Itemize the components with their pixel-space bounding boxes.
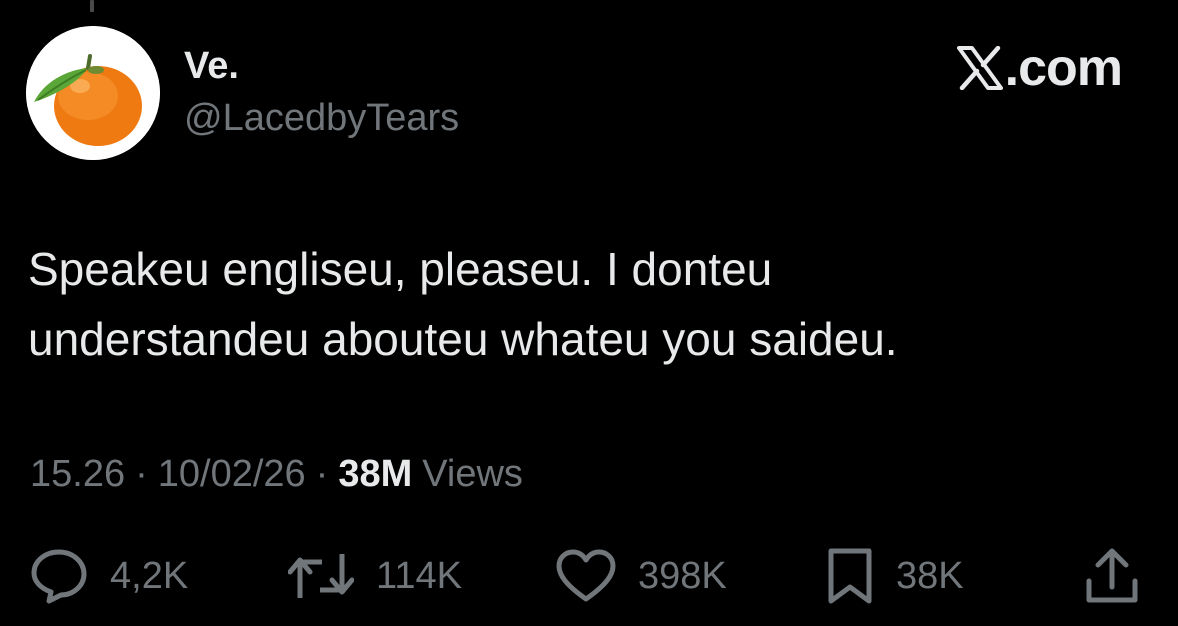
tweet-date[interactable]: 10/02/26 <box>158 448 306 500</box>
avatar[interactable] <box>26 26 160 160</box>
tweet-card: Ve. @LacedbyTears .com Speakeu engliseu,… <box>0 0 1178 626</box>
brand-watermark: .com <box>956 38 1123 98</box>
tweet-text-line: understandeu abouteu whateu you saideu. <box>28 313 898 365</box>
heart-icon <box>556 549 616 603</box>
repost-count: 114K <box>376 554 462 597</box>
top-divider-mark <box>90 0 94 12</box>
brand-domain: .com <box>1004 39 1123 97</box>
tweet-text: Speakeu engliseu, pleaseu. I donteu unde… <box>28 234 1148 374</box>
meta-separator: · <box>315 453 329 495</box>
share-icon <box>1084 547 1140 605</box>
tangerine-avatar-icon <box>26 26 160 160</box>
bookmark-button[interactable]: 38K <box>826 546 964 606</box>
repost-button[interactable]: 114K <box>288 546 462 606</box>
views-label: Views <box>422 453 523 495</box>
views-count: 38M <box>338 453 413 495</box>
share-button[interactable] <box>1084 546 1140 606</box>
tweet-time[interactable]: 15.26 <box>30 448 125 500</box>
display-name[interactable]: Ve. <box>184 44 239 88</box>
repost-icon <box>288 548 354 604</box>
action-bar: 4,2K 114K 398K 38K <box>0 546 1178 606</box>
meta-separator: · <box>135 453 148 495</box>
tweet-text-line: Speakeu engliseu, pleaseu. I donteu <box>28 243 773 295</box>
reply-icon <box>30 548 88 604</box>
like-button[interactable]: 398K <box>556 546 727 606</box>
reply-button[interactable]: 4,2K <box>30 546 188 606</box>
bookmark-icon <box>826 547 874 605</box>
tweet-meta: 15.26 · 10/02/26 · 38M Views <box>30 448 523 500</box>
like-count: 398K <box>638 554 727 597</box>
x-logo-icon <box>956 46 1003 90</box>
bookmark-count: 38K <box>896 554 964 597</box>
user-handle[interactable]: @LacedbyTears <box>184 96 459 140</box>
reply-count: 4,2K <box>110 554 189 597</box>
